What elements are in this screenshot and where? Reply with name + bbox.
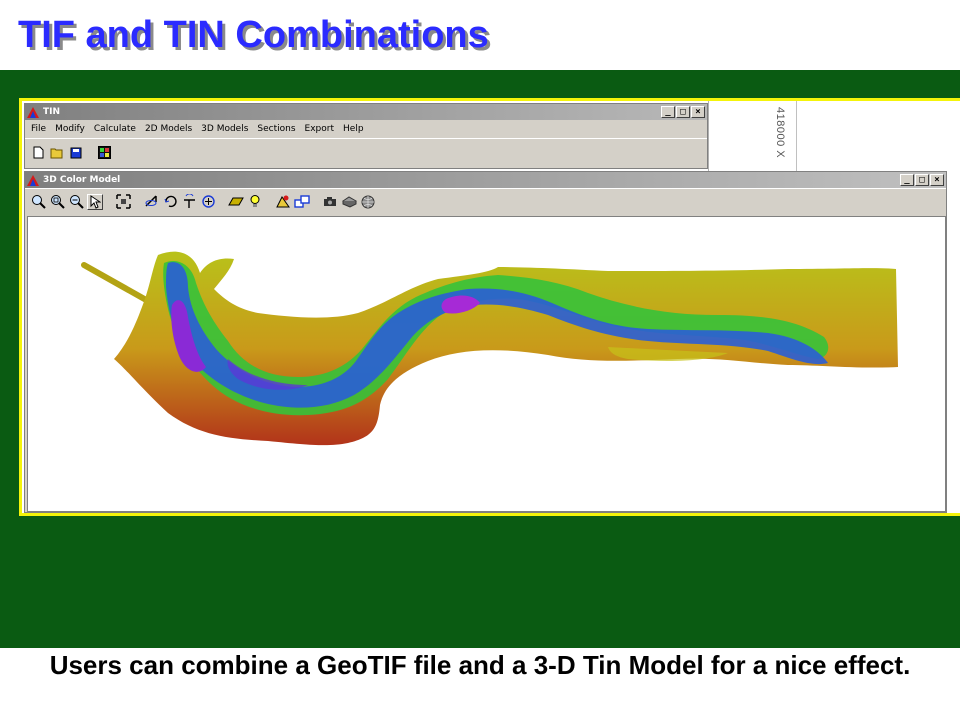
zoom-window-icon[interactable] [49,194,65,210]
model-app-icon [27,174,39,186]
window-copy-icon[interactable] [294,194,310,210]
rotate-icon[interactable] [143,194,159,210]
tin-toolbar [25,138,707,166]
menu-file[interactable]: File [31,124,46,134]
causeway-line [81,262,151,304]
tin-window-title: TIN [43,107,61,117]
side-panel [708,101,946,171]
side-divider [796,101,797,171]
color-model-title: 3D Color Model [43,175,121,185]
menu-help[interactable]: Help [343,124,364,134]
slide-title: TIF and TIN Combinations [18,14,489,56]
open-folder-icon[interactable] [49,145,65,161]
model-maximize-icon[interactable]: □ [915,174,929,186]
zoom-extents-icon[interactable] [115,194,131,210]
menu-modify[interactable]: Modify [55,124,85,134]
tin-window: TIN _ □ × File Modify Calculate 2D Model… [24,103,708,169]
zoom-in-icon[interactable] [30,194,46,210]
color-model-titlebar[interactable]: 3D Color Model _ □ × [25,172,946,188]
camera-icon[interactable] [322,194,338,210]
new-file-icon[interactable] [30,145,46,161]
coordinate-label: 418000 X [774,107,786,159]
menu-sections[interactable]: Sections [257,124,295,134]
minimize-icon[interactable]: _ [661,106,675,118]
render-icon[interactable] [275,194,291,210]
menu-3d-models[interactable]: 3D Models [201,124,248,134]
print-icon[interactable] [341,194,357,210]
menu-calculate[interactable]: Calculate [94,124,136,134]
menu-export[interactable]: Export [305,124,334,134]
menu-bar: File Modify Calculate 2D Models 3D Model… [25,120,707,138]
model-toolbar [25,188,946,214]
globe-icon[interactable] [360,194,376,210]
tin-titlebar[interactable]: TIN _ □ × [25,104,707,120]
rotate-axis-icon[interactable] [162,194,178,210]
model-close-icon[interactable]: × [930,174,944,186]
model-minimize-icon[interactable]: _ [900,174,914,186]
menu-2d-models[interactable]: 2D Models [145,124,192,134]
shade-icon[interactable] [228,194,244,210]
color-model-render [81,251,898,446]
pointer-icon[interactable] [87,193,103,210]
light-icon[interactable] [247,194,263,210]
zoom-out-icon[interactable] [68,194,84,210]
color-model-window: 3D Color Model _ □ × [24,171,947,513]
model-viewport[interactable] [27,216,946,512]
tilt-icon[interactable] [181,194,197,210]
screenshot-frame: TIN _ □ × File Modify Calculate 2D Model… [19,98,960,516]
maximize-icon[interactable]: □ [676,106,690,118]
tin-app-icon [27,106,39,118]
close-icon[interactable]: × [691,106,705,118]
slide-caption: Users can combine a GeoTIF file and a 3-… [49,650,911,680]
screenshot: TIN _ □ × File Modify Calculate 2D Model… [22,101,960,513]
save-icon[interactable] [68,145,84,161]
grid-icon[interactable] [96,145,112,161]
pan-icon[interactable] [200,194,216,210]
